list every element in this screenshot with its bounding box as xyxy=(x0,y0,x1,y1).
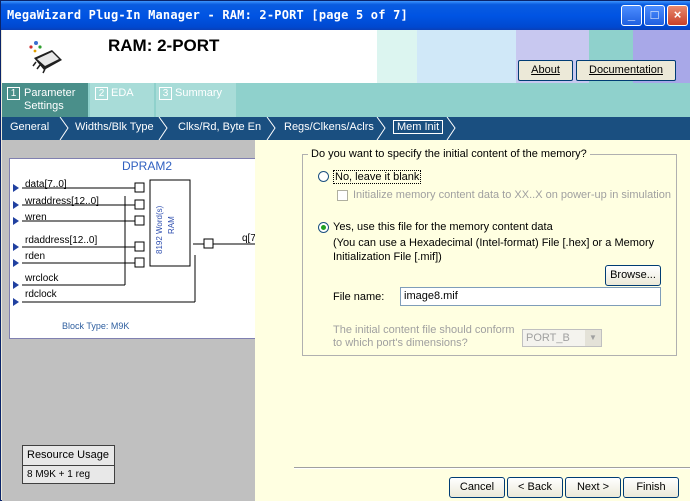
chevron-right-icon xyxy=(158,117,168,140)
megawizard-logo-icon xyxy=(24,38,64,76)
conform-line-1: The initial content file should conform xyxy=(333,324,515,336)
port-rdclock: rdclock xyxy=(25,289,57,300)
tab-bar: 1 Parameter Settings 2 EDA 3 Summary xyxy=(2,83,690,117)
cancel-button[interactable]: Cancel xyxy=(449,477,505,498)
block-type-label: Block Type: M9K xyxy=(62,321,130,331)
leave-blank-radio[interactable] xyxy=(318,171,329,182)
breadcrumb: General Widths/Blk Type Clks/Rd, Byte En… xyxy=(2,117,690,140)
tab-summary[interactable]: 3 Summary xyxy=(156,83,236,117)
port-rden: rden xyxy=(25,251,46,262)
port-data: data[7..0] xyxy=(25,179,67,190)
port-select[interactable]: PORT_B ▼ xyxy=(522,329,602,347)
chevron-down-icon: ▼ xyxy=(585,330,601,346)
browse-button[interactable]: Browse... xyxy=(605,265,661,286)
back-button[interactable]: < Back xyxy=(507,477,563,498)
leave-blank-label[interactable]: No, leave it blank xyxy=(333,170,422,184)
next-button[interactable]: Next > xyxy=(565,477,621,498)
tab-parameter-settings[interactable]: 1 Parameter Settings xyxy=(2,83,88,117)
wizard-window: MegaWizard Plug-In Manager - RAM: 2-PORT… xyxy=(0,0,690,501)
ram-label: RAM xyxy=(167,216,176,234)
init-xx-checkbox[interactable] xyxy=(337,190,348,201)
page-title: RAM: 2-PORT xyxy=(108,36,220,55)
file-name-input[interactable]: image8.mif xyxy=(400,287,661,306)
breadcrumb-general[interactable]: General xyxy=(10,121,49,133)
tab-label: Summary xyxy=(175,87,223,99)
breadcrumb-regs[interactable]: Regs/Clkens/Aclrs xyxy=(284,121,374,133)
hint-line-1: (You can use a Hexadecimal (Intel-format… xyxy=(333,237,655,249)
tab-number: 3 xyxy=(159,87,172,100)
resource-usage-box: Resource Usage 8 M9K + 1 reg xyxy=(22,445,115,484)
hint-line-2: Initialization File [.mif]) xyxy=(333,251,442,263)
tab-number: 2 xyxy=(95,87,108,100)
port-wraddress: wraddress[12..0] xyxy=(25,196,99,207)
maximize-icon[interactable]: □ xyxy=(644,5,665,26)
window-title: MegaWizard Plug-In Manager - RAM: 2-PORT… xyxy=(7,8,408,22)
finish-button[interactable]: Finish xyxy=(623,477,679,498)
resource-usage-value: 8 M9K + 1 reg xyxy=(27,469,91,480)
mem-init-group: Do you want to specify the initial conte… xyxy=(302,148,677,356)
chevron-right-icon xyxy=(266,117,276,140)
minimize-icon[interactable]: _ xyxy=(621,5,642,26)
port-select-value: PORT_B xyxy=(526,332,570,344)
tab-eda[interactable]: 2 EDA xyxy=(90,83,154,117)
use-file-radio[interactable] xyxy=(318,222,329,233)
resource-usage-title: Resource Usage xyxy=(23,446,114,466)
file-name-label: File name: xyxy=(333,291,385,303)
ram-words-label: 8192 Word(s) xyxy=(155,205,164,254)
chevron-right-icon xyxy=(59,117,69,140)
close-icon[interactable]: × xyxy=(667,5,688,26)
footer-separator xyxy=(294,467,690,469)
tab-label: EDA xyxy=(111,87,134,99)
about-button[interactable]: About xyxy=(518,60,573,81)
mem-init-question: Do you want to specify the initial conte… xyxy=(308,148,590,160)
init-xx-label: Initialize memory content data to XX..X … xyxy=(353,189,671,201)
breadcrumb-widths[interactable]: Widths/Blk Type xyxy=(75,121,154,133)
chevron-right-icon xyxy=(446,117,456,140)
use-file-label[interactable]: Yes, use this file for the memory conten… xyxy=(333,221,553,233)
block-diagram: DPRAM2 8192 Word(s) RAM data[7..0] wradd… xyxy=(9,158,275,339)
tab-label: Parameter Settings xyxy=(24,87,76,112)
port-wrclock: wrclock xyxy=(25,273,59,284)
port-rdaddress: rdaddress[12..0] xyxy=(25,235,98,246)
title-bar[interactable]: MegaWizard Plug-In Manager - RAM: 2-PORT… xyxy=(1,1,690,30)
breadcrumb-mem-init[interactable]: Mem Init xyxy=(393,120,444,134)
symbol-panel: DPRAM2 8192 Word(s) RAM data[7..0] wradd… xyxy=(2,140,275,501)
tab-number: 1 xyxy=(7,87,20,100)
settings-panel: Do you want to specify the initial conte… xyxy=(255,140,690,501)
documentation-button[interactable]: Documentation xyxy=(576,60,676,81)
conform-line-2: to which port's dimensions? xyxy=(333,337,468,349)
chevron-right-icon xyxy=(376,117,386,140)
breadcrumb-clks[interactable]: Clks/Rd, Byte En xyxy=(178,121,261,133)
port-wren: wren xyxy=(25,212,47,223)
header: RAM: 2-PORT About Documentation xyxy=(2,30,690,83)
